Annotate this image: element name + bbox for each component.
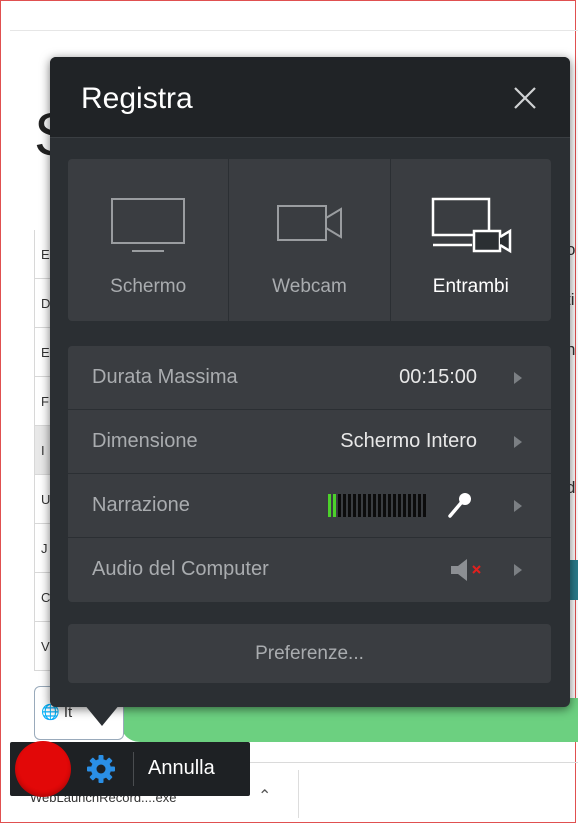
level-meter-bar [358,494,361,517]
source-screen-label: Schermo [110,276,187,297]
level-meter-bar [398,494,401,517]
microphone-icon[interactable] [445,490,475,520]
chevron-right-icon [514,500,522,512]
level-meter-bar [353,494,356,517]
close-button[interactable] [508,81,542,115]
level-meter-bar [338,494,341,517]
record-button[interactable] [15,741,71,797]
level-meter-bar [378,494,381,517]
setting-max-duration[interactable]: Durata Massima 00:15:00 [68,346,551,410]
source-webcam-label: Webcam [272,276,347,297]
level-meter-bar [343,494,346,517]
setting-size[interactable]: Dimensione Schermo Intero [68,410,551,474]
cancel-button[interactable]: Annulla [148,757,215,780]
source-webcam-button[interactable]: Webcam [229,159,391,321]
webcam-icon [277,205,343,241]
level-meter-bar [413,494,416,517]
dialog-header: Registra [50,57,570,138]
setting-label: Audio del Computer [92,558,269,580]
recording-settings: Durata Massima 00:15:00 Dimensione Scher… [68,346,551,602]
toolbar-separator [133,752,134,786]
source-screen-button[interactable]: Schermo [68,159,230,321]
chevron-right-icon [514,564,522,576]
setting-narration[interactable]: Narrazione [68,474,551,538]
close-icon [514,87,536,109]
level-meter-bar [368,494,371,517]
level-meter-bar [363,494,366,517]
setting-label: Durata Massima [92,366,238,388]
chevron-right-icon [514,372,522,384]
narration-level-meter [328,494,426,517]
download-bar-separator [298,770,299,818]
gear-icon[interactable] [86,754,116,784]
level-meter-bar [383,494,386,517]
page-top-divider [10,30,578,31]
level-meter-bar [393,494,396,517]
chevron-up-icon[interactable]: ⌃ [258,786,271,806]
level-meter-bar [418,494,421,517]
dialog-pointer [84,704,120,726]
setting-label: Narrazione [92,494,190,516]
dialog-title: Registra [81,82,193,115]
chevron-right-icon [514,436,522,448]
source-both-button[interactable]: Entrambi [391,159,551,321]
setting-value: 00:15:00 [399,366,477,388]
monitor-icon [111,198,186,252]
setting-label: Dimensione [92,430,198,452]
level-meter-bar [373,494,376,517]
level-meter-bar [403,494,406,517]
level-meter-bar [348,494,351,517]
level-meter-bar [408,494,411,517]
preferences-button[interactable]: Preferenze... [68,624,551,683]
setting-value: Schermo Intero [340,430,477,452]
level-meter-bar [328,494,331,517]
level-meter-bar [388,494,391,517]
level-meter-bar [423,494,426,517]
record-dialog: Registra Schermo Webcam Entrambi Durata … [50,57,570,707]
capture-source-selector: Schermo Webcam Entrambi [68,159,551,321]
setting-computer-audio[interactable]: Audio del Computer [68,538,551,601]
source-both-label: Entrambi [432,276,509,297]
recorder-toolbar: Annulla [10,741,250,797]
level-meter-bar [333,494,336,517]
speaker-muted-icon[interactable] [449,558,489,582]
screen-and-webcam-icon [431,197,512,254]
